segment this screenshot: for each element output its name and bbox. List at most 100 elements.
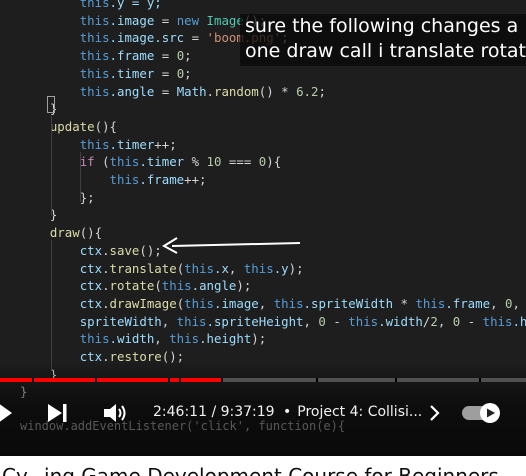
progress-bar[interactable] [0,378,526,382]
code-line: ctx.translate(this.x, this.y); [20,260,304,278]
chapter-title[interactable]: • Project 4: Collisi... [283,404,422,420]
code-token: this [79,83,110,99]
code-token: .width [378,313,423,329]
code-line: this.angle = Math.random() * 6.2; [20,83,326,101]
code-line: update(){ [20,118,117,136]
code-token: ; [184,48,192,64]
play-icon[interactable] [0,401,14,425]
code-token: this [109,154,140,170]
video-player[interactable]: this.y = y; this.image = new Image(); th… [0,0,526,456]
code-token: ++; [184,172,207,187]
code-token: this [184,260,214,276]
code-token: = [154,65,177,81]
code-line: this.frame++; [20,171,207,189]
bracket-highlight [47,96,55,113]
code-line-behind-controls: window.addEventListener('click', functio… [20,419,346,433]
code-token: () * [258,83,297,99]
code-token: this [273,295,304,311]
code-token: = [154,48,177,64]
code-token: - [325,313,349,329]
caption-line-2: one draw call i translate rotat [245,40,526,62]
code-line: this.timer++; [20,136,177,154]
chapter-marker [220,378,223,382]
code-token: ctx [79,242,103,258]
code-token: .frame [139,172,185,187]
code-token: ); [288,260,304,276]
code-token: ctx [79,295,103,311]
video-caption: sure the following changes a one draw ca… [240,14,526,66]
code-token: .heig [512,313,526,329]
code-token: ; [318,83,326,99]
indent-guide [51,240,52,370]
chapter-marker [394,378,397,382]
code-token: this [79,0,110,10]
chapter-marker [478,378,481,382]
code-token: this [243,260,274,276]
code-token: , [437,313,453,329]
caption-line-1: sure the following changes a [245,15,519,37]
code-token: .spriteHeight [206,313,304,329]
code-token: (){ [94,118,117,134]
annotation-arrow-icon [161,237,301,254]
chapter-marker [31,378,34,382]
code-token: 10 [206,154,222,170]
code-token: === [221,154,259,170]
autoplay-toggle-icon[interactable] [462,403,502,423]
code-token: .y = y; [109,0,162,10]
code-token: .frame [109,48,155,64]
code-token: .frame [445,295,491,311]
code-token: this [79,30,110,46]
time-display: 2:46:11 / 9:37:19 [153,404,275,420]
code-token: spriteWidth [79,313,162,329]
code-token: .width [109,331,155,347]
code-token: , [154,331,170,347]
duration: 9:37:19 [220,404,275,420]
code-line: }; [20,189,95,207]
code-token: if [79,154,95,170]
code-token: ( [154,278,162,294]
code-token: - [460,313,483,329]
code-token: new [176,12,200,28]
code-token: 2 [430,313,438,329]
code-token: .timer [139,154,185,170]
chevron-right-icon[interactable] [428,404,442,422]
code-token: , [228,260,244,276]
chapter-marker [168,378,171,382]
code-token: .spriteWidth [303,295,394,311]
code-line: this.frame = 0; [20,47,192,65]
code-token: 6.2 [296,83,319,99]
code-token: .x [214,260,229,276]
code-token: . [102,295,110,311]
code-token: , [303,313,319,329]
code-token: this [109,172,140,187]
code-line: spriteWidth, this.spriteHeight, 0 - this… [20,313,526,331]
code-token: this [482,313,513,329]
code-token: 0 [318,313,326,329]
code-token: this [79,136,110,152]
code-token: . [102,242,110,258]
code-line: ctx.drawImage(this.image, this.spriteWid… [20,295,526,313]
code-token: update [49,118,95,134]
code-token: , [490,295,505,311]
code-token: ; [184,65,192,81]
video-info: Cy...ing Game Development Course for Beg… [0,456,526,476]
code-token: , [161,313,177,329]
code-token: = [154,12,177,28]
code-token: . [206,83,214,99]
code-line: this.width, this.height); [20,330,267,348]
code-token: ){ [266,154,282,170]
code-token: (){ [79,225,103,241]
